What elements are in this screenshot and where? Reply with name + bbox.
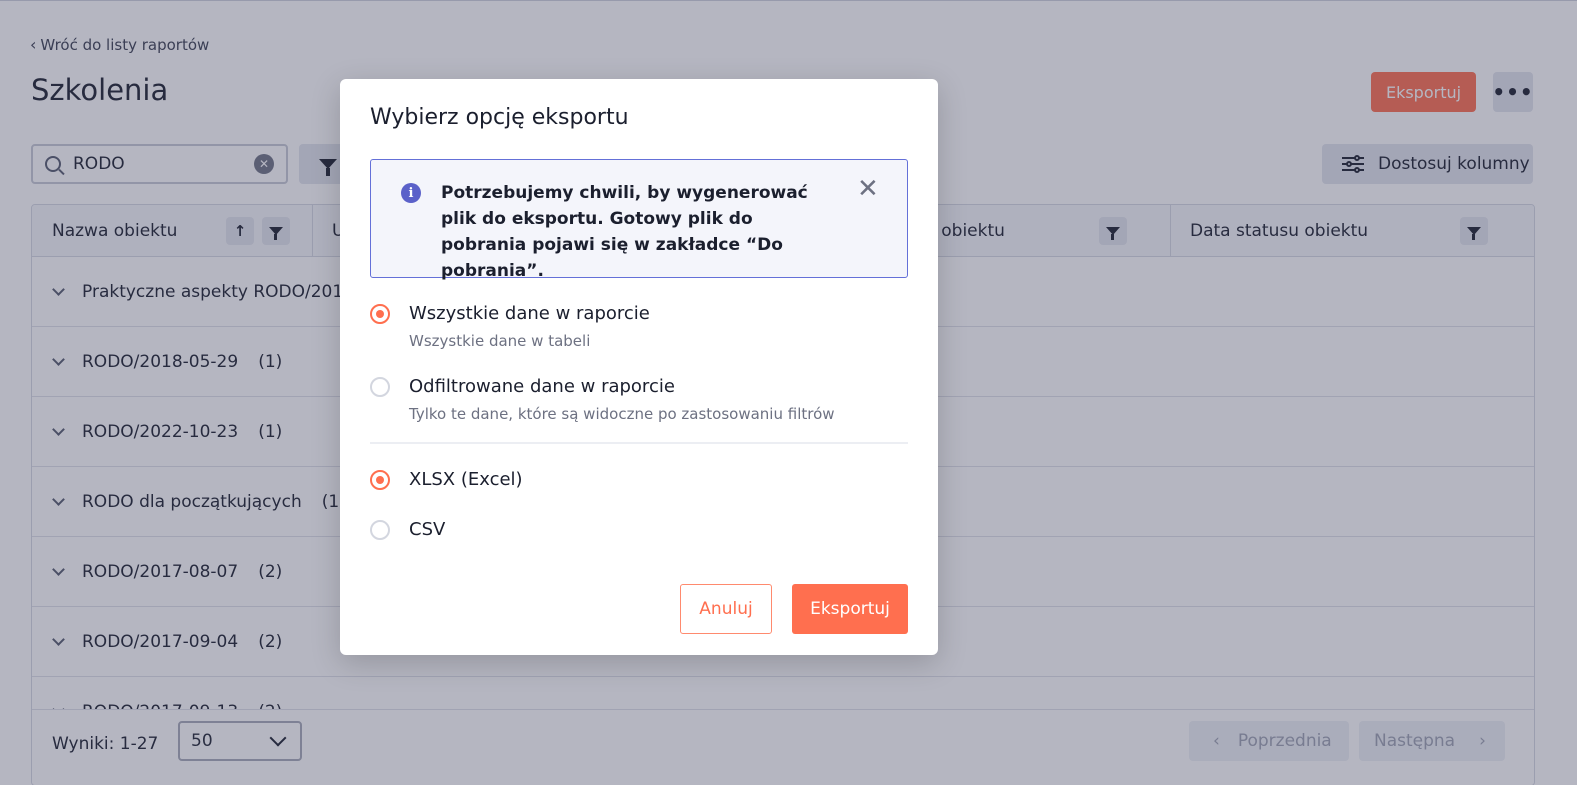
option-description: Tylko te dane, które są widoczne po zast… (409, 405, 835, 423)
info-message: Potrzebujemy chwili, by wygenerować plik… (441, 183, 808, 281)
radio-xlsx[interactable] (370, 470, 390, 490)
export-options-dialog: Wybierz opcję eksportu i Potrzebujemy ch… (340, 79, 938, 655)
option-xlsx[interactable]: XLSX (Excel) (370, 469, 523, 490)
radio-filtered-data[interactable] (370, 377, 390, 397)
option-csv[interactable]: CSV (370, 519, 445, 540)
option-label: XLSX (Excel) (409, 469, 523, 490)
confirm-export-button[interactable]: Eksportuj (792, 584, 908, 634)
option-label: CSV (409, 519, 446, 540)
option-all-data[interactable]: Wszystkie dane w raporcie Wszystkie dane… (370, 303, 650, 350)
radio-csv[interactable] (370, 520, 390, 540)
cancel-button[interactable]: Anuluj (680, 584, 772, 634)
option-label: Odfiltrowane dane w raporcie (409, 376, 675, 397)
info-alert: i Potrzebujemy chwili, by wygenerować pl… (370, 159, 908, 281)
close-icon[interactable]: ✕ (857, 176, 879, 202)
info-icon: i (401, 183, 421, 203)
dialog-title: Wybierz opcję eksportu (370, 105, 629, 130)
option-description: Wszystkie dane w tabeli (409, 332, 591, 350)
option-label: Wszystkie dane w raporcie (409, 303, 650, 324)
option-filtered-data[interactable]: Odfiltrowane dane w raporcie Tylko te da… (370, 376, 835, 423)
divider (370, 442, 908, 444)
radio-all-data[interactable] (370, 304, 390, 324)
